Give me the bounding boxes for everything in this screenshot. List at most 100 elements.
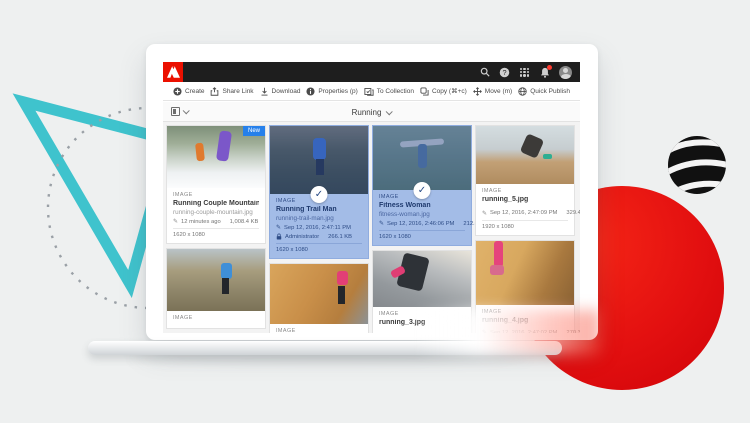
asset-thumbnail[interactable] (270, 126, 368, 194)
asset-card-running-2[interactable]: IMAGE (166, 248, 266, 329)
asset-modified: Sep 12, 2016, 2:47:02 PM (490, 330, 557, 334)
asset-card-running-3[interactable]: IMAGE running_3.jpg (372, 250, 472, 333)
asset-grid: New IMAGE Running Couple Mountain runnin… (163, 122, 580, 333)
meta-divider (173, 228, 259, 229)
asset-size: 1,008.4 KB (230, 219, 259, 225)
asset-filename: fitness-woman.jpg (379, 211, 465, 218)
properties-button[interactable]: Properties (p) (306, 87, 357, 96)
asset-title: Running Trail Man (276, 206, 362, 213)
app-topbar: ? (163, 62, 580, 82)
asset-type-label: IMAGE (482, 188, 568, 194)
asset-thumbnail[interactable] (167, 249, 265, 311)
download-label: Download (272, 88, 301, 95)
adobe-logo[interactable] (163, 62, 183, 82)
share-link-icon (210, 87, 219, 96)
page: ? Create Share Link (0, 0, 750, 423)
to-collection-button[interactable]: To Collection (364, 87, 414, 96)
meta-divider (276, 243, 362, 244)
notification-badge (547, 65, 552, 70)
aem-assets-window: ? Create Share Link (163, 62, 580, 333)
swirl-sphere-logo (665, 133, 729, 197)
asset-owner: Administrator (285, 234, 319, 240)
properties-label: Properties (p) (318, 88, 357, 95)
asset-modified: Sep 12, 2016, 2:47:11 PM (284, 225, 351, 231)
asset-thumbnail[interactable] (270, 264, 368, 324)
apps-grid-icon[interactable] (519, 67, 530, 78)
download-button[interactable]: Download (260, 87, 301, 96)
asset-title: Fitness Woman (379, 202, 465, 209)
edit-pencil-icon: ✎ (173, 218, 178, 225)
copy-icon (420, 87, 429, 96)
meta-divider (482, 220, 568, 221)
search-icon[interactable] (479, 67, 490, 78)
asset-thumbnail[interactable] (373, 251, 471, 307)
selected-check-icon[interactable]: ✓ (311, 186, 328, 203)
quick-publish-button[interactable]: Quick Publish (518, 87, 570, 96)
asset-title: running_5.jpg (482, 196, 568, 203)
account-avatar[interactable] (559, 66, 572, 79)
create-label: Create (185, 88, 205, 95)
create-button[interactable]: Create (173, 87, 205, 96)
download-icon (260, 87, 269, 96)
properties-icon (306, 87, 315, 96)
chevron-down-icon (386, 108, 393, 115)
edit-pencil-icon: ✎ (482, 329, 487, 333)
asset-dimensions: 1620 x 1080 (276, 247, 362, 253)
selected-check-icon[interactable]: ✓ (414, 182, 431, 199)
asset-card-running-1[interactable]: IMAGE running_1.jpg (269, 263, 369, 333)
edit-pencil-icon: ✎ (379, 220, 384, 227)
asset-card-running-couple-mountain[interactable]: New IMAGE Running Couple Mountain runnin… (166, 125, 266, 244)
asset-thumbnail[interactable]: New (167, 126, 265, 188)
asset-modified: 12 minutes ago (181, 219, 221, 225)
asset-type-label: IMAGE (276, 328, 362, 333)
move-label: Move (m) (485, 88, 512, 95)
asset-filename: running-trail-man.jpg (276, 215, 362, 222)
asset-card-running-5[interactable]: IMAGE running_5.jpg ✎Sep 12, 2016, 2:47:… (475, 125, 575, 236)
asset-size: 266.1 KB (328, 234, 352, 240)
laptop-shadow (130, 354, 530, 364)
meta-divider (379, 230, 465, 231)
asset-thumbnail[interactable] (476, 241, 574, 305)
asset-modified: Sep 12, 2016, 2:46:06 PM (387, 221, 454, 227)
asset-type-label: IMAGE (173, 315, 259, 321)
svg-text:?: ? (502, 68, 506, 77)
asset-title: running_3.jpg (379, 319, 465, 326)
move-button[interactable]: Move (m) (473, 87, 512, 96)
asset-card-running-trail-man[interactable]: ✓ IMAGE Running Trail Man running-trail-… (269, 125, 369, 259)
asset-size: 329.4 KB (566, 210, 580, 216)
lock-icon (276, 233, 282, 240)
move-icon (473, 87, 482, 96)
asset-dimensions: 1620 x 1080 (379, 234, 465, 240)
actions-toolbar: Create Share Link Download Properties (p… (163, 82, 580, 101)
asset-card-fitness-woman[interactable]: ✓ IMAGE Fitness Woman fitness-woman.jpg … (372, 125, 472, 246)
asset-thumbnail[interactable] (476, 126, 574, 184)
asset-title: running_4.jpg (482, 317, 568, 324)
copy-label: Copy (⌘+c) (432, 87, 467, 95)
asset-dimensions: 1920 x 1080 (482, 224, 568, 230)
asset-dimensions: 1620 x 1080 (173, 232, 259, 238)
share-link-button[interactable]: Share Link (210, 87, 253, 96)
quick-publish-label: Quick Publish (530, 88, 570, 95)
new-badge: New (243, 126, 265, 136)
asset-card-running-4[interactable]: IMAGE running_4.jpg ✎Sep 12, 2016, 2:47:… (475, 240, 575, 334)
to-collection-icon (364, 87, 374, 96)
laptop-base (88, 341, 562, 355)
asset-title: Running Couple Mountain (173, 200, 259, 207)
copy-button[interactable]: Copy (⌘+c) (420, 87, 467, 96)
to-collection-label: To Collection (377, 88, 414, 95)
asset-type-label: IMAGE (482, 309, 568, 315)
folder-title: Running (352, 108, 382, 117)
asset-type-label: IMAGE (379, 311, 465, 317)
asset-size: 270.3 KB (566, 330, 580, 334)
asset-modified: Sep 12, 2016, 2:47:09 PM (490, 210, 557, 216)
edit-pencil-icon: ✎ (482, 210, 487, 217)
asset-type-label: IMAGE (173, 192, 259, 198)
asset-thumbnail[interactable] (373, 126, 471, 190)
asset-filename: running-couple-mountain.jpg (173, 209, 259, 216)
collection-header: Running (163, 102, 580, 122)
share-link-label: Share Link (222, 88, 253, 95)
help-icon[interactable]: ? (499, 67, 510, 78)
folder-title-dropdown[interactable]: Running (163, 102, 580, 122)
notifications-bell-icon[interactable] (539, 67, 550, 78)
create-icon (173, 87, 182, 96)
